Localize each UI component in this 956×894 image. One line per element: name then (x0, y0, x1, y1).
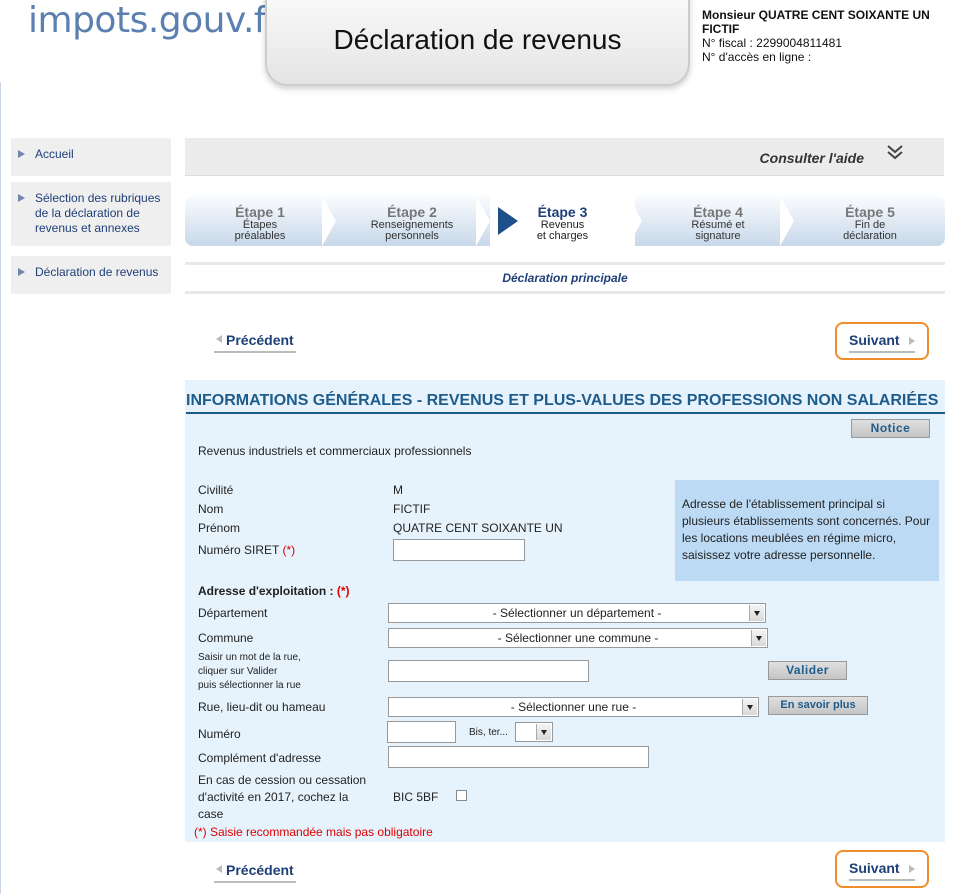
user-name: Monsieur QUATRE CENT SOIXANTE UN FICTIF (702, 8, 930, 36)
step-title: Étape 2 (387, 204, 437, 220)
next-label: Suivant (849, 860, 900, 876)
step-title: Étape 1 (235, 204, 285, 220)
page-title: Déclaration de revenus (333, 24, 622, 55)
step-1: Étape 1 Étapes préalables (190, 196, 330, 246)
complement-input[interactable] (388, 746, 649, 768)
rue-selected: - Sélectionner une rue - (510, 700, 637, 714)
rue-label: Rue, lieu-dit ou hameau (198, 700, 326, 714)
cession-label: En cas de cession ou cessation d'activit… (198, 772, 366, 823)
sidebar-item-declaration[interactable]: Déclaration de revenus (11, 256, 171, 294)
footnote: (*) Saisie recommandée mais pas obligato… (194, 825, 433, 839)
commune-selected: - Sélectionner une commune - (497, 631, 659, 645)
complement-label: Complément d'adresse (198, 751, 322, 765)
step-title: Étape 5 (845, 204, 895, 220)
step-separator (780, 196, 794, 246)
numero-label: Numéro (198, 727, 241, 741)
previous-label: Précédent (226, 332, 294, 348)
street-search-line: Saisir un mot de la rue, (198, 652, 301, 663)
nom-value: FICTIF (393, 502, 431, 516)
commune-label: Commune (198, 631, 254, 645)
siret-input[interactable] (393, 539, 525, 561)
sidebar-item-label: Sélection des rubriques de la déclaratio… (35, 191, 161, 235)
double-chevron-down-icon[interactable] (886, 144, 904, 161)
arrow-left-icon (216, 865, 222, 873)
arrow-right-icon (18, 268, 25, 276)
nom-label: Nom (198, 502, 224, 516)
sidebar-item-selection-rubriques[interactable]: Sélection des rubriques de la déclaratio… (11, 182, 171, 246)
street-search-line: cliquer sur Valider (198, 666, 278, 677)
next-label: Suivant (849, 332, 900, 348)
street-search-label: Saisir un mot de la rue, cliquer sur Val… (198, 651, 301, 693)
en-savoir-plus-button[interactable]: En savoir plus (768, 696, 868, 715)
current-step-arrow-icon (498, 207, 518, 235)
departement-select[interactable]: - Sélectionner un département - (388, 603, 766, 623)
section-label: Revenus industriels et commerciaux profe… (198, 444, 472, 458)
site-logo[interactable]: impots.gouv.fr (28, 0, 281, 41)
step-desc: préalables (234, 230, 286, 242)
help-bar[interactable]: Consulter l'aide (185, 138, 944, 176)
step-5: Étape 5 Fin de déclaration (800, 196, 940, 246)
rue-select[interactable]: - Sélectionner une rue - (388, 697, 759, 717)
user-info: Monsieur QUATRE CENT SOIXANTE UN FICTIF … (702, 8, 956, 64)
step-separator (322, 196, 336, 246)
arrow-right-icon (909, 865, 915, 873)
prenom-value: QUATRE CENT SOIXANTE UN (393, 521, 563, 535)
bic-5bf-checkbox[interactable] (456, 790, 467, 801)
address-heading-row: Adresse d'exploitation : (*) (198, 584, 350, 598)
sidebar-item-accueil[interactable]: Accueil (11, 138, 171, 176)
valider-button[interactable]: Valider (768, 661, 847, 680)
dropdown-arrow-icon (751, 630, 766, 646)
departement-selected: - Sélectionner un département - (492, 606, 662, 620)
fiscal-number: N° fiscal : 2299004811481 (702, 36, 843, 50)
bic-5bf-label: BIC 5BF (393, 790, 439, 804)
bis-ter-label: Bis, ter... (469, 727, 508, 738)
next-button-top[interactable]: Suivant (835, 322, 929, 360)
bis-ter-select[interactable] (515, 722, 553, 742)
notice-button[interactable]: Notice (851, 419, 930, 438)
previous-label: Précédent (226, 862, 294, 878)
cession-line: En cas de cession ou cessation (198, 773, 367, 787)
dropdown-arrow-icon (749, 605, 764, 621)
required-marker: (*) (282, 543, 296, 557)
cession-line: d'activité en 2017, cochez la (198, 790, 349, 804)
prenom-label: Prénom (198, 521, 241, 535)
arrow-right-icon (18, 150, 25, 158)
step-desc: personnels (385, 230, 439, 242)
address-heading: Adresse d'exploitation : (198, 584, 334, 598)
street-search-input[interactable] (388, 660, 589, 682)
arrow-left-icon (216, 335, 222, 343)
info-box: Adresse de l'établissement principal si … (675, 480, 939, 581)
declaration-label: Déclaration principale (185, 262, 945, 294)
next-button-bottom[interactable]: Suivant (835, 850, 929, 888)
sidebar-item-label: Accueil (35, 147, 74, 161)
numero-input[interactable] (387, 721, 456, 743)
siret-label: Numéro SIRET (198, 543, 280, 557)
dropdown-arrow-icon (742, 699, 757, 715)
street-search-line: puis sélectionner la rue (198, 680, 301, 691)
previous-button-top[interactable]: Précédent (214, 332, 296, 353)
civilite-value: M (393, 483, 403, 497)
form-title: INFORMATIONS GÉNÉRALES - REVENUS ET PLUS… (186, 392, 945, 414)
step-separator (628, 196, 642, 246)
civilite-label: Civilité (198, 483, 234, 497)
arrow-right-icon (909, 337, 915, 345)
previous-button-bottom[interactable]: Précédent (214, 862, 296, 883)
cession-line: case (198, 807, 224, 821)
arrow-right-icon (18, 194, 25, 202)
sidebar-item-label: Déclaration de revenus (35, 265, 159, 279)
step-desc: déclaration (843, 230, 897, 242)
step-2: Étape 2 Renseignements personnels (342, 196, 482, 246)
page-title-box: Déclaration de revenus (265, 0, 690, 86)
step-desc: signature (695, 230, 741, 242)
dropdown-arrow-icon (536, 724, 551, 740)
step-title: Étape 4 (693, 204, 743, 220)
help-link[interactable]: Consulter l'aide (760, 150, 864, 166)
step-4: Étape 4 Résumé et signature (648, 196, 788, 246)
step-separator (476, 196, 490, 246)
commune-select[interactable]: - Sélectionner une commune - (388, 628, 768, 648)
access-number: N° d'accès en ligne : (702, 50, 812, 64)
siret-label-row: Numéro SIRET (*) (198, 543, 295, 557)
departement-label: Département (198, 606, 268, 620)
required-marker: (*) (336, 584, 350, 598)
